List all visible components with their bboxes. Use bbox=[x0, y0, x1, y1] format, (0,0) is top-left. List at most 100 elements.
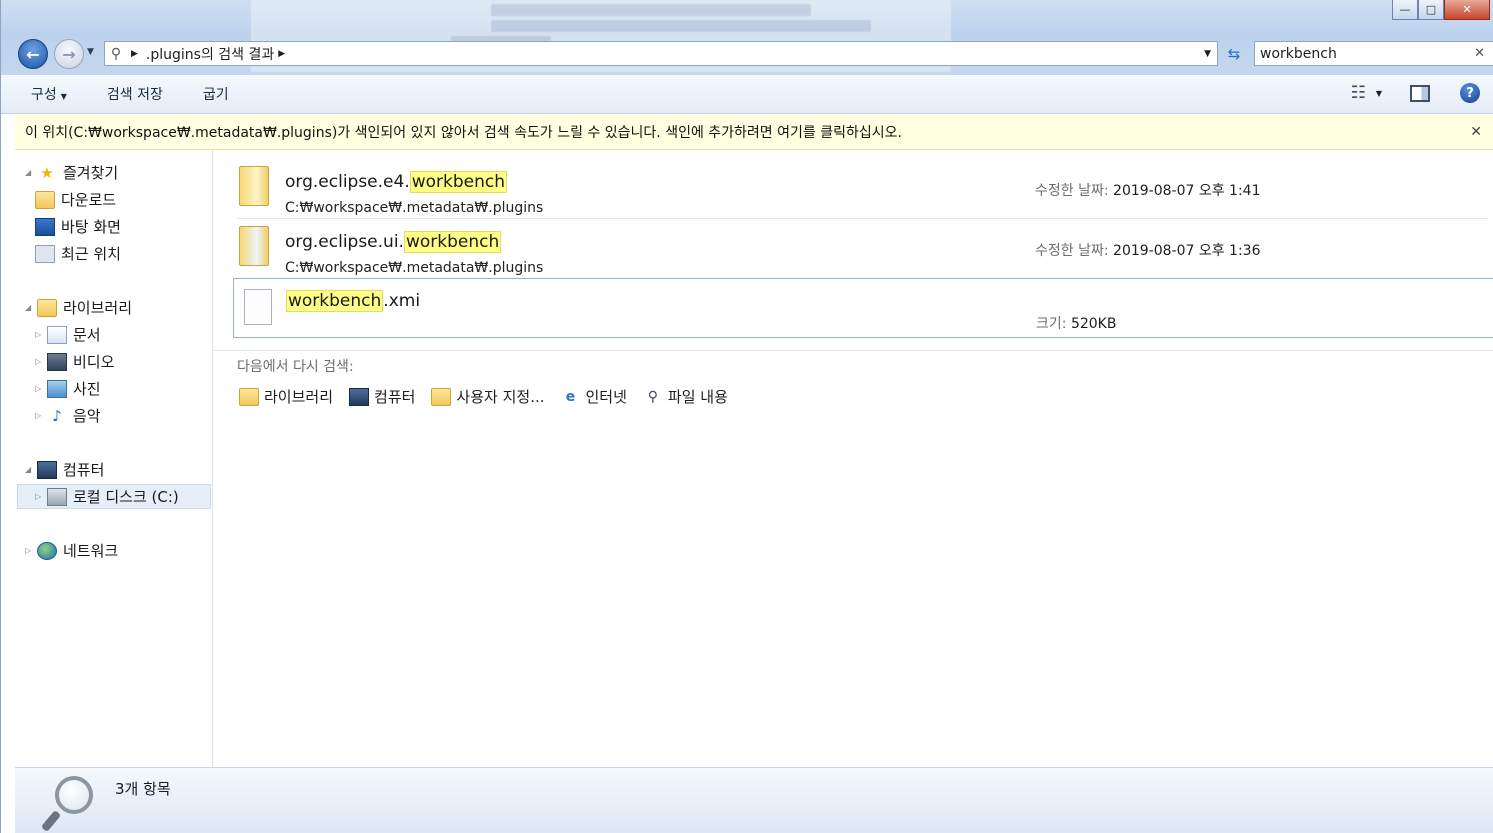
nav-desktop[interactable]: 바탕 화면 bbox=[35, 216, 121, 237]
organize-button[interactable]: 구성 ▼ bbox=[21, 80, 77, 108]
meta-value: 2019-08-07 오후 1:41 bbox=[1113, 183, 1261, 199]
collapse-icon[interactable]: ▷ bbox=[35, 330, 47, 339]
collapse-icon[interactable]: ▷ bbox=[35, 492, 47, 501]
result-item[interactable]: org.eclipse.ui. workbench C:₩workspace₩.m… bbox=[233, 220, 1488, 280]
search-again-internet-label: 인터넷 bbox=[585, 388, 627, 406]
collapse-icon[interactable]: ▷ bbox=[25, 546, 37, 555]
preview-pane-button[interactable] bbox=[1410, 84, 1430, 102]
search-again-file-contents[interactable]: ⚲ 파일 내용 bbox=[643, 386, 728, 407]
search-box[interactable]: workbench ✕ bbox=[1254, 41, 1493, 66]
nav-videos[interactable]: ▷ 비디오 bbox=[35, 351, 114, 372]
search-again-libraries[interactable]: 라이브러리 bbox=[239, 386, 333, 407]
nav-documents-label: 문서 bbox=[73, 326, 101, 344]
search-again-custom[interactable]: 사용자 지정... bbox=[431, 386, 545, 407]
computer-icon bbox=[349, 387, 370, 406]
search-again-computer-label: 컴퓨터 bbox=[374, 388, 416, 406]
collapse-icon[interactable]: ▷ bbox=[35, 357, 47, 366]
nav-libraries[interactable]: ◢ 라이브러리 bbox=[25, 297, 132, 318]
name-suffix: .xmi bbox=[383, 291, 421, 311]
result-item-selected[interactable]: workbench .xmi 크기: 520KB bbox=[233, 278, 1493, 338]
back-button[interactable]: ← bbox=[18, 39, 48, 69]
organize-label: 구성 bbox=[31, 87, 57, 103]
meta-value: 2019-08-07 오후 1:36 bbox=[1113, 243, 1261, 259]
nav-network-label: 네트워크 bbox=[63, 542, 119, 560]
search-again-internet[interactable]: e 인터넷 bbox=[561, 386, 627, 407]
chevron-down-icon: ▼ bbox=[1375, 88, 1382, 98]
view-controls: ☷ ▼ ? bbox=[1351, 83, 1480, 103]
address-dropdown-icon[interactable]: ▼ bbox=[1204, 49, 1211, 59]
explorer-window: — □ ✕ ← → ▼ ⚲ ▶ .plugins의 검색 결과 ▶ ▼ ⇆ wo… bbox=[0, 0, 1493, 833]
navigation-pane: ◢ ★ 즐겨찾기 다운로드 바탕 화면 최근 위치 ◢ 라이브러리 ▷ 문서 ▷ bbox=[15, 150, 213, 767]
nav-favorites-label: 즐겨찾기 bbox=[63, 164, 119, 182]
nav-documents[interactable]: ▷ 문서 bbox=[35, 324, 101, 345]
help-button[interactable]: ? bbox=[1460, 83, 1480, 103]
breadcrumb-arrow-icon[interactable]: ▶ bbox=[131, 49, 138, 59]
result-meta: 크기: 520KB bbox=[1036, 313, 1116, 333]
result-name[interactable]: org.eclipse.ui. workbench bbox=[285, 231, 502, 253]
forward-button[interactable]: → bbox=[54, 39, 84, 69]
nav-recent[interactable]: 최근 위치 bbox=[35, 243, 121, 264]
info-bar-close-icon[interactable]: ✕ bbox=[1470, 124, 1482, 140]
breadcrumb-arrow-icon[interactable]: ▶ bbox=[278, 49, 285, 59]
title-bar: — □ ✕ ← → ▼ ⚲ ▶ .plugins의 검색 결과 ▶ ▼ ⇆ wo… bbox=[1, 0, 1493, 75]
burn-button[interactable]: 굽기 bbox=[193, 80, 239, 108]
result-meta: 수정한 날짜: 2019-08-07 오후 1:41 bbox=[1035, 180, 1261, 200]
info-bar[interactable]: 이 위치(C:₩workspace₩.metadata₩.plugins)가 색… bbox=[15, 114, 1493, 150]
address-bar[interactable]: ⚲ ▶ .plugins의 검색 결과 ▶ ▼ bbox=[104, 41, 1218, 66]
refresh-button[interactable]: ⇆ bbox=[1220, 41, 1248, 66]
search-again-computer[interactable]: 컴퓨터 bbox=[349, 386, 415, 407]
result-name[interactable]: org.eclipse.e4. workbench bbox=[285, 171, 508, 193]
search-again-label: 다음에서 다시 검색: bbox=[237, 359, 354, 375]
maximize-button[interactable]: □ bbox=[1418, 0, 1444, 20]
recent-pages-dropdown[interactable]: ▼ bbox=[87, 47, 94, 57]
expand-icon[interactable]: ◢ bbox=[25, 465, 37, 474]
nav-favorites[interactable]: ◢ ★ 즐겨찾기 bbox=[25, 162, 118, 183]
nav-local-disk-label: 로컬 디스크 (C:) bbox=[73, 488, 179, 506]
meta-value: 520KB bbox=[1070, 316, 1117, 332]
nav-videos-label: 비디오 bbox=[73, 353, 115, 371]
view-list-icon: ☷ bbox=[1350, 83, 1366, 103]
expand-icon[interactable]: ◢ bbox=[25, 168, 37, 177]
search-again-options: 라이브러리 컴퓨터 사용자 지정... e 인터넷 ⚲ 파일 내용 bbox=[239, 386, 728, 407]
collapse-icon[interactable]: ▷ bbox=[35, 384, 47, 393]
result-name[interactable]: workbench .xmi bbox=[286, 290, 421, 312]
breadcrumb-search-results[interactable]: .plugins의 검색 결과 bbox=[146, 44, 274, 64]
internet-explorer-icon: e bbox=[565, 388, 576, 405]
search-input[interactable]: workbench bbox=[1260, 46, 1337, 62]
result-item[interactable]: org.eclipse.e4. workbench C:₩workspace₩.m… bbox=[233, 160, 1488, 220]
meta-label: 수정한 날짜: bbox=[1035, 183, 1109, 199]
nav-computer-label: 컴퓨터 bbox=[63, 461, 105, 479]
search-highlight: workbench bbox=[403, 231, 502, 253]
downloads-folder-icon bbox=[35, 190, 55, 209]
collapse-icon[interactable]: ▷ bbox=[35, 411, 47, 420]
close-button[interactable]: ✕ bbox=[1444, 0, 1490, 20]
nav-network[interactable]: ▷ 네트워크 bbox=[25, 540, 118, 561]
nav-recent-label: 최근 위치 bbox=[61, 245, 121, 263]
nav-downloads[interactable]: 다운로드 bbox=[35, 189, 116, 210]
save-search-button[interactable]: 검색 저장 bbox=[97, 80, 173, 108]
search-highlight: workbench bbox=[286, 290, 384, 312]
item-count: 3개 항목 bbox=[115, 780, 171, 798]
computer-icon bbox=[37, 460, 57, 479]
minimize-button[interactable]: — bbox=[1392, 0, 1418, 20]
nav-pictures[interactable]: ▷ 사진 bbox=[35, 378, 101, 399]
hard-drive-icon bbox=[47, 487, 67, 506]
nav-local-disk[interactable]: ▷ 로컬 디스크 (C:) bbox=[35, 486, 179, 507]
clear-search-icon[interactable]: ✕ bbox=[1474, 46, 1485, 61]
command-bar: 구성 ▼ 검색 저장 굽기 ☷ ▼ ? bbox=[1, 75, 1493, 114]
arrow-right-icon: → bbox=[62, 44, 76, 64]
change-view-button[interactable]: ☷ ▼ bbox=[1351, 83, 1382, 103]
folder-icon bbox=[239, 166, 269, 206]
music-icon: ♪ bbox=[52, 406, 62, 425]
folder-icon bbox=[239, 226, 269, 266]
videos-icon bbox=[47, 352, 67, 371]
search-again-libraries-label: 라이브러리 bbox=[264, 388, 334, 406]
nav-computer[interactable]: ◢ 컴퓨터 bbox=[25, 459, 104, 480]
result-meta: 수정한 날짜: 2019-08-07 오후 1:36 bbox=[1035, 240, 1261, 260]
nav-downloads-label: 다운로드 bbox=[61, 191, 117, 209]
info-bar-message[interactable]: 이 위치(C:₩workspace₩.metadata₩.plugins)가 색… bbox=[25, 122, 902, 142]
nav-music[interactable]: ▷ ♪ 음악 bbox=[35, 405, 101, 426]
expand-icon[interactable]: ◢ bbox=[25, 303, 37, 312]
name-prefix: org.eclipse.ui. bbox=[285, 232, 404, 252]
library-icon bbox=[37, 298, 57, 317]
